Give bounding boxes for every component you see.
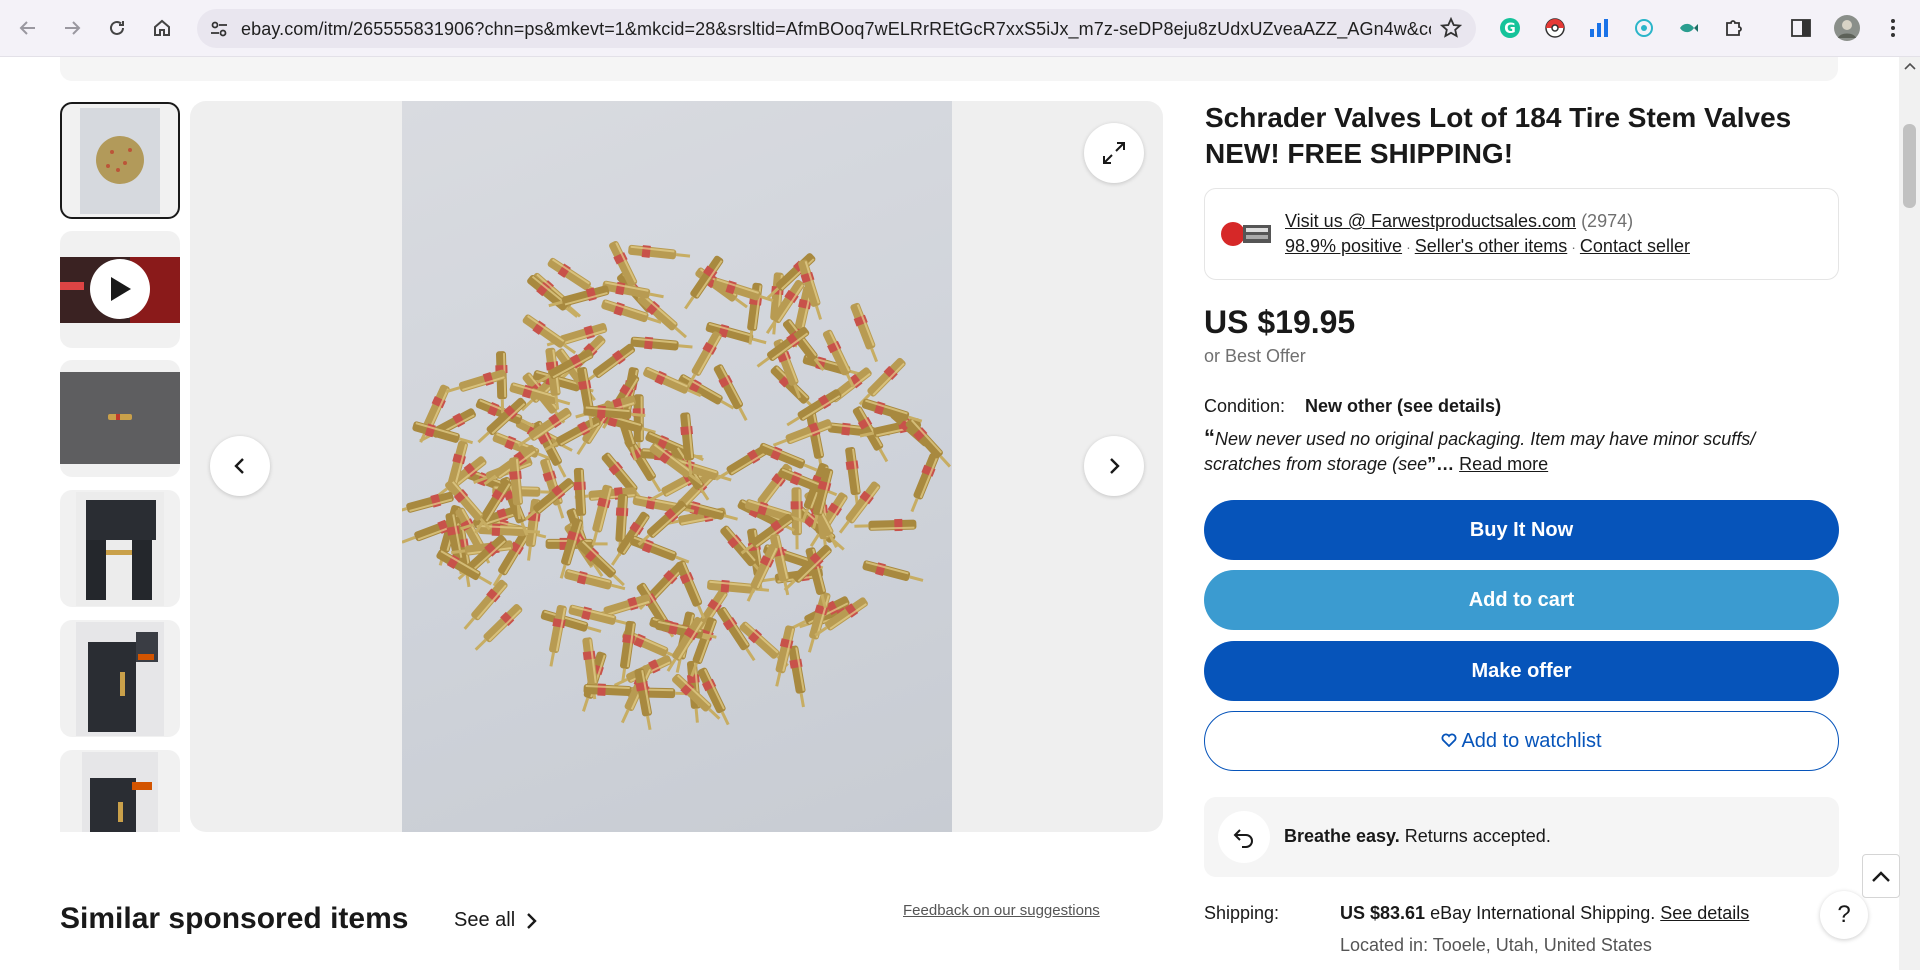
ai-extension-icon[interactable] bbox=[1630, 14, 1658, 42]
valve-graphic bbox=[772, 419, 833, 447]
bookmark-star-icon[interactable] bbox=[1439, 16, 1463, 44]
contact-seller-link[interactable]: Contact seller bbox=[1580, 236, 1690, 256]
seller-logo[interactable] bbox=[1219, 217, 1273, 251]
see-all-link[interactable]: See all bbox=[454, 909, 537, 932]
item-location: Located in: Tooele, Utah, United States bbox=[1340, 935, 1652, 955]
shipping-method: eBay International Shipping. bbox=[1425, 903, 1661, 923]
reload-icon[interactable] bbox=[103, 14, 131, 42]
url-text[interactable]: ebay.com/itm/265555831906?chn=ps&mkevt=1… bbox=[241, 19, 1431, 40]
valve-graphic bbox=[862, 560, 924, 582]
fish-extension-icon[interactable] bbox=[1674, 14, 1702, 42]
seller-name-link[interactable]: Visit us @ Farwestproductsales.com bbox=[1285, 211, 1576, 231]
chevron-up-icon bbox=[1872, 871, 1890, 882]
analytics-extension-icon[interactable] bbox=[1585, 14, 1613, 42]
valve-graphic bbox=[850, 302, 879, 363]
returns-text: Breathe easy. Returns accepted. bbox=[1284, 826, 1551, 847]
main-product-photo[interactable] bbox=[402, 101, 952, 832]
shipping-value: US $83.61 eBay International Shipping. S… bbox=[1340, 903, 1749, 924]
seller-positive-link[interactable]: 98.9% positive bbox=[1285, 236, 1402, 256]
seller-links-row: 98.9% positive · Seller's other items · Cont… bbox=[1285, 236, 1690, 257]
make-offer-button[interactable]: Make offer bbox=[1204, 641, 1839, 701]
thumbnail-single-valve[interactable] bbox=[60, 360, 180, 477]
extensions-puzzle-icon[interactable] bbox=[1720, 14, 1748, 42]
scrollbar-thumb[interactable] bbox=[1903, 124, 1916, 208]
open-quote: “ bbox=[1204, 425, 1215, 450]
valve-graphic bbox=[854, 518, 917, 532]
valve-graphic bbox=[910, 453, 939, 513]
home-icon[interactable] bbox=[148, 14, 176, 42]
help-button[interactable]: ? bbox=[1820, 891, 1868, 939]
valve-graphic bbox=[564, 569, 626, 591]
header-strip bbox=[60, 57, 1838, 81]
valve-graphic bbox=[713, 364, 748, 421]
grammarly-icon[interactable]: G bbox=[1496, 14, 1524, 42]
valve-graphic bbox=[788, 645, 806, 708]
shipping-details-link[interactable]: See details bbox=[1660, 903, 1749, 923]
returns-banner: Breathe easy. Returns accepted. bbox=[1204, 797, 1839, 877]
shipping-label: Shipping: bbox=[1204, 903, 1280, 923]
valve-graphic bbox=[492, 531, 530, 587]
read-more-link[interactable]: Read more bbox=[1459, 454, 1548, 474]
back-to-top-button[interactable] bbox=[1862, 854, 1900, 898]
shipping-price: US $83.61 bbox=[1340, 903, 1426, 923]
seller-name-row: Visit us @ Farwestproductsales.com (2974… bbox=[1285, 211, 1633, 232]
returns-rest: Returns accepted. bbox=[1399, 826, 1551, 846]
browser-toolbar: ebay.com/itm/265555831906?chn=ps&mkevt=1… bbox=[0, 0, 1920, 57]
thumbnail-video[interactable] bbox=[60, 231, 180, 348]
thumbnail-caliper-measure[interactable] bbox=[60, 490, 180, 607]
pokeball-extension-icon[interactable] bbox=[1541, 14, 1569, 42]
separator: · bbox=[1571, 239, 1576, 255]
condition-value: New other (see details) bbox=[1305, 396, 1502, 416]
seller-card: Visit us @ Farwestproductsales.com (2974… bbox=[1204, 188, 1839, 280]
expand-icon[interactable] bbox=[1084, 123, 1144, 183]
condition-label: Condition: bbox=[1204, 396, 1286, 416]
chevron-right-icon bbox=[527, 912, 537, 929]
item-title: Schrader Valves Lot of 184 Tire Stem Val… bbox=[1205, 102, 1792, 169]
profile-avatar[interactable] bbox=[1833, 14, 1861, 42]
thumbnail-list bbox=[60, 102, 180, 832]
scroll-up-arrow-icon[interactable] bbox=[1904, 62, 1916, 70]
side-panel-icon[interactable] bbox=[1787, 14, 1815, 42]
buy-it-now-button[interactable]: Buy It Now bbox=[1204, 500, 1839, 560]
forward-icon[interactable] bbox=[58, 14, 86, 42]
thumbnail-caliper-close[interactable] bbox=[60, 620, 180, 737]
valve-graphic bbox=[630, 336, 693, 351]
previous-image-button[interactable] bbox=[210, 436, 270, 496]
site-settings-icon[interactable] bbox=[207, 17, 231, 41]
see-all-label: See all bbox=[454, 909, 516, 931]
back-icon[interactable] bbox=[14, 14, 42, 42]
thumbnail-valves-pile[interactable] bbox=[60, 102, 180, 219]
add-to-cart-button[interactable]: Add to cart bbox=[1204, 570, 1839, 630]
seller-feedback-count: (2974) bbox=[1581, 211, 1634, 231]
condition-description: “New never used no original packaging. I… bbox=[1204, 425, 1824, 477]
thumbnail-caliper-side[interactable] bbox=[60, 750, 180, 832]
svg-text:G: G bbox=[1504, 21, 1516, 37]
valve-graphic bbox=[628, 244, 691, 260]
add-to-watchlist-button[interactable]: Add to watchlist bbox=[1204, 711, 1839, 771]
seller-other-items-link[interactable]: Seller's other items bbox=[1415, 236, 1568, 256]
similar-items-heading: Similar sponsored items bbox=[60, 902, 409, 935]
menu-kebab-icon[interactable] bbox=[1879, 14, 1907, 42]
image-gallery bbox=[190, 101, 1163, 832]
address-bar[interactable]: ebay.com/itm/265555831906?chn=ps&mkevt=1… bbox=[197, 9, 1476, 48]
returns-bold: Breathe easy. bbox=[1284, 826, 1400, 846]
feedback-suggestions-link[interactable]: Feedback on our suggestions bbox=[903, 902, 1100, 919]
separator: · bbox=[1406, 239, 1411, 255]
heart-icon bbox=[1441, 731, 1457, 752]
return-arrow-icon bbox=[1218, 811, 1270, 863]
close-quote: ”… bbox=[1427, 454, 1455, 474]
valve-graphic bbox=[676, 560, 706, 620]
next-image-button[interactable] bbox=[1084, 436, 1144, 496]
item-price: US $19.95 bbox=[1204, 304, 1356, 340]
play-icon[interactable] bbox=[90, 259, 150, 319]
watchlist-label: Add to watchlist bbox=[1461, 729, 1602, 752]
best-offer-text: or Best Offer bbox=[1204, 346, 1306, 366]
valve-graphic bbox=[495, 351, 508, 414]
